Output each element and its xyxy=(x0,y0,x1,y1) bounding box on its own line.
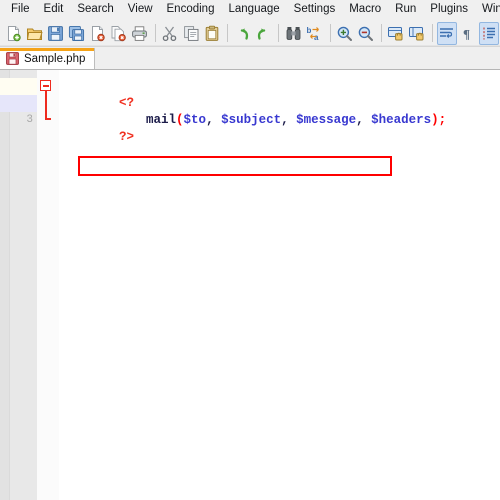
print-icon[interactable] xyxy=(130,22,150,45)
open-folder-icon[interactable] xyxy=(24,22,44,45)
toolbar-separator xyxy=(380,24,382,42)
code-line-3[interactable]: ?> xyxy=(59,112,500,144)
notepadpp-window: File Edit Search View Encoding Language … xyxy=(0,0,500,500)
word-wrap-icon[interactable] xyxy=(436,21,457,45)
line-number-margin: 1 2 3 xyxy=(10,70,37,500)
new-file-icon[interactable] xyxy=(3,22,23,45)
pilcrow-icon[interactable]: ¶ xyxy=(458,22,478,45)
save-all-icon[interactable] xyxy=(66,22,86,45)
replace-ab-icon[interactable]: b a xyxy=(304,22,324,45)
code-line-1[interactable]: <? xyxy=(59,78,500,110)
indent-guide-icon[interactable] xyxy=(478,21,500,45)
fold-range-line xyxy=(45,91,47,120)
redo-arrow-icon[interactable] xyxy=(253,22,273,45)
save-icon[interactable] xyxy=(45,22,65,45)
php-close-tag: ?> xyxy=(119,130,135,144)
menu-search[interactable]: Search xyxy=(70,1,120,18)
undo-arrow-icon[interactable] xyxy=(232,22,252,45)
saved-document-icon xyxy=(6,52,19,65)
sync-horizontal-scroll-icon[interactable] xyxy=(407,22,427,45)
find-binoculars-icon[interactable] xyxy=(283,22,303,45)
paste-icon[interactable] xyxy=(202,22,222,45)
close-file-icon[interactable] xyxy=(88,22,108,45)
zoom-out-icon[interactable] xyxy=(356,22,376,45)
sync-vertical-scroll-icon[interactable] xyxy=(386,22,406,45)
svg-text:a: a xyxy=(314,33,319,42)
menu-run[interactable]: Run xyxy=(388,1,423,18)
svg-text:¶: ¶ xyxy=(463,26,470,41)
toolbar-separator xyxy=(329,24,331,42)
document-tab-bar: Sample.php xyxy=(0,47,500,70)
toolbar-separator xyxy=(431,24,433,42)
menu-view[interactable]: View xyxy=(121,1,160,18)
code-text-area[interactable]: <? mail($to, $subject, $message, $header… xyxy=(59,70,500,500)
menu-plugins[interactable]: Plugins xyxy=(423,1,475,18)
close-all-icon[interactable] xyxy=(109,22,129,45)
cut-scissors-icon[interactable] xyxy=(160,22,180,45)
menu-language[interactable]: Language xyxy=(221,1,286,18)
toolbar-separator xyxy=(278,24,280,42)
toolbar: b a ¶ xyxy=(0,20,500,47)
toolbar-separator xyxy=(154,24,156,42)
code-line-2[interactable]: mail($to, $subject, $message, $headers); xyxy=(59,95,500,127)
menu-bar: File Edit Search View Encoding Language … xyxy=(0,0,500,20)
svg-text:b: b xyxy=(306,26,311,35)
line-number: 3 xyxy=(26,114,33,126)
fold-collapse-icon[interactable] xyxy=(40,80,51,91)
code-editor[interactable]: 1 2 3 <? mail($to, $subject, $message, $… xyxy=(0,70,500,500)
menu-window[interactable]: Window xyxy=(475,1,500,18)
menu-settings[interactable]: Settings xyxy=(287,1,343,18)
menu-macro[interactable]: Macro xyxy=(342,1,388,18)
tab-sample-php[interactable]: Sample.php xyxy=(0,48,96,69)
fold-range-end xyxy=(45,118,51,120)
bookmark-margin[interactable] xyxy=(0,70,10,500)
tab-label: Sample.php xyxy=(24,52,86,65)
zoom-in-icon[interactable] xyxy=(334,22,354,45)
copy-icon[interactable] xyxy=(181,22,201,45)
menu-file[interactable]: File xyxy=(4,1,37,18)
toolbar-separator xyxy=(227,24,229,42)
fold-margin[interactable] xyxy=(37,70,59,500)
menu-edit[interactable]: Edit xyxy=(37,1,71,18)
menu-encoding[interactable]: Encoding xyxy=(160,1,222,18)
